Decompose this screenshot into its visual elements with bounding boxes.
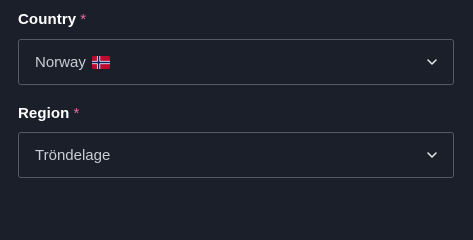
region-value-text: Tröndelage [35,146,111,164]
country-label-text: Country [18,11,77,28]
region-required-mark: * [73,105,80,122]
region-label: Region * [18,105,79,123]
country-value-text: Norway [35,53,86,71]
region-select-value: Tröndelage [35,147,427,164]
chevron-down-icon[interactable] [427,57,437,67]
country-select-value: Norway [35,54,427,71]
country-label: Country * [18,11,86,29]
region-select[interactable]: Tröndelage [18,132,454,178]
country-required-mark: * [80,11,87,28]
region-label-text: Region [18,105,70,122]
chevron-down-icon[interactable] [427,150,437,160]
norway-flag-icon [91,55,110,69]
country-select[interactable]: Norway [18,39,454,85]
